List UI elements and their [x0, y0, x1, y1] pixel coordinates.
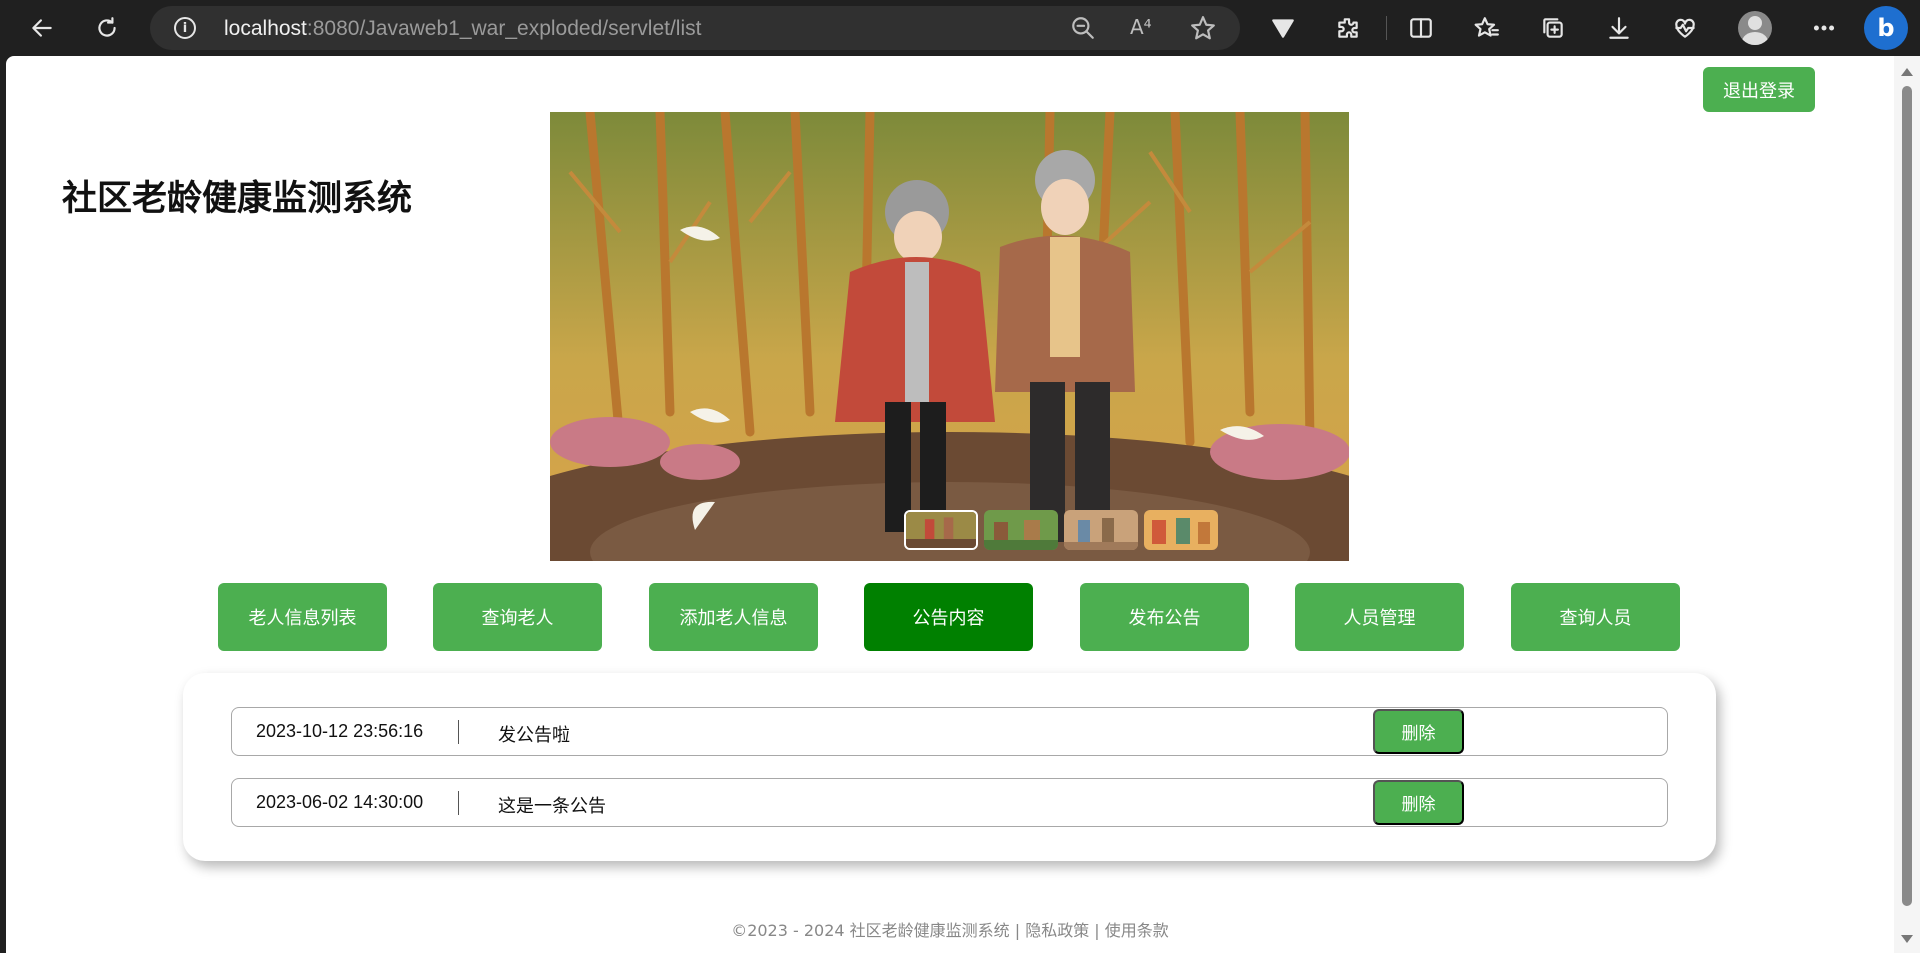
profile-avatar[interactable]: [1738, 11, 1772, 45]
notice-row: 2023-10-12 23:56:16 发公告啦 删除: [231, 707, 1668, 756]
carousel-thumbnails: [904, 510, 1218, 550]
page-footer: ©2023 - 2024 社区老龄健康监测系统 | 隐私政策 | 使用条款: [731, 921, 1169, 940]
notice-content: 这是一条公告: [498, 796, 606, 817]
notice-content: 发公告啦: [498, 725, 570, 746]
row-divider: [458, 791, 459, 815]
nav-elder-list[interactable]: 老人信息列表: [218, 583, 387, 651]
nav-notices[interactable]: 公告内容: [864, 583, 1033, 651]
bing-copilot-icon[interactable]: b: [1864, 6, 1908, 50]
nav-add-elder[interactable]: 添加老人信息: [649, 583, 818, 651]
browser-health-icon[interactable]: [1669, 12, 1701, 44]
url-text[interactable]: localhost:8080/Javaweb1_war_exploded/ser…: [224, 17, 701, 41]
browser-toolbar: i localhost:8080/Javaweb1_war_exploded/s…: [0, 0, 1920, 56]
carousel-thumbnail[interactable]: [904, 510, 978, 550]
delete-button[interactable]: 删除: [1373, 780, 1464, 825]
carousel-thumbnail[interactable]: [1064, 510, 1138, 550]
favorites-icon[interactable]: [1471, 12, 1503, 44]
zoom-out-icon[interactable]: [1070, 15, 1096, 41]
nav-publish-notice[interactable]: 发布公告: [1080, 583, 1249, 651]
page-title: 社区老龄健康监测系统: [62, 179, 413, 219]
more-menu-icon[interactable]: [1808, 12, 1840, 44]
nav-staff-management[interactable]: 人员管理: [1295, 583, 1464, 651]
carousel-thumbnail[interactable]: [984, 510, 1058, 550]
read-aloud-icon[interactable]: A⁴: [1130, 15, 1156, 41]
vertical-scrollbar[interactable]: [1894, 56, 1920, 953]
nav-search-staff[interactable]: 查询人员: [1511, 583, 1680, 651]
scroll-down-arrow-icon[interactable]: [1901, 935, 1913, 943]
page-viewport: 退出登录 社区老龄健康监测系统 老人信息列表 查询老人 添加老人信息 公告内容 …: [6, 56, 1894, 953]
refresh-icon[interactable]: [89, 10, 125, 46]
image-carousel[interactable]: [550, 112, 1349, 561]
downloads-icon[interactable]: [1603, 12, 1635, 44]
extensions-icon[interactable]: [1332, 12, 1364, 44]
scrollbar-thumb[interactable]: [1902, 86, 1912, 906]
nav-search-elder[interactable]: 查询老人: [433, 583, 602, 651]
notice-time: 2023-06-02 14:30:00: [256, 792, 424, 812]
favorite-star-icon[interactable]: [1190, 15, 1216, 41]
scroll-up-arrow-icon[interactable]: [1901, 68, 1913, 76]
row-divider: [458, 720, 459, 744]
back-icon[interactable]: [24, 10, 60, 46]
info-icon[interactable]: i: [174, 17, 196, 39]
carousel-slide-image: [550, 112, 1349, 561]
vivaldi-extension-icon[interactable]: [1267, 12, 1299, 44]
delete-button[interactable]: 删除: [1373, 709, 1464, 754]
collections-icon[interactable]: [1537, 12, 1569, 44]
address-bar[interactable]: i localhost:8080/Javaweb1_war_exploded/s…: [150, 6, 1240, 50]
carousel-thumbnail[interactable]: [1144, 510, 1218, 550]
notice-list-card: 2023-10-12 23:56:16 发公告啦 删除 2023-06-02 1…: [183, 673, 1716, 861]
split-screen-icon[interactable]: [1405, 12, 1437, 44]
toolbar-separator: [1386, 16, 1387, 40]
notice-time: 2023-10-12 23:56:16: [256, 721, 424, 741]
main-nav: 老人信息列表 查询老人 添加老人信息 公告内容 发布公告 人员管理 查询人员: [218, 583, 1682, 651]
notice-row: 2023-06-02 14:30:00 这是一条公告 删除: [231, 778, 1668, 827]
logout-button[interactable]: 退出登录: [1703, 67, 1815, 112]
